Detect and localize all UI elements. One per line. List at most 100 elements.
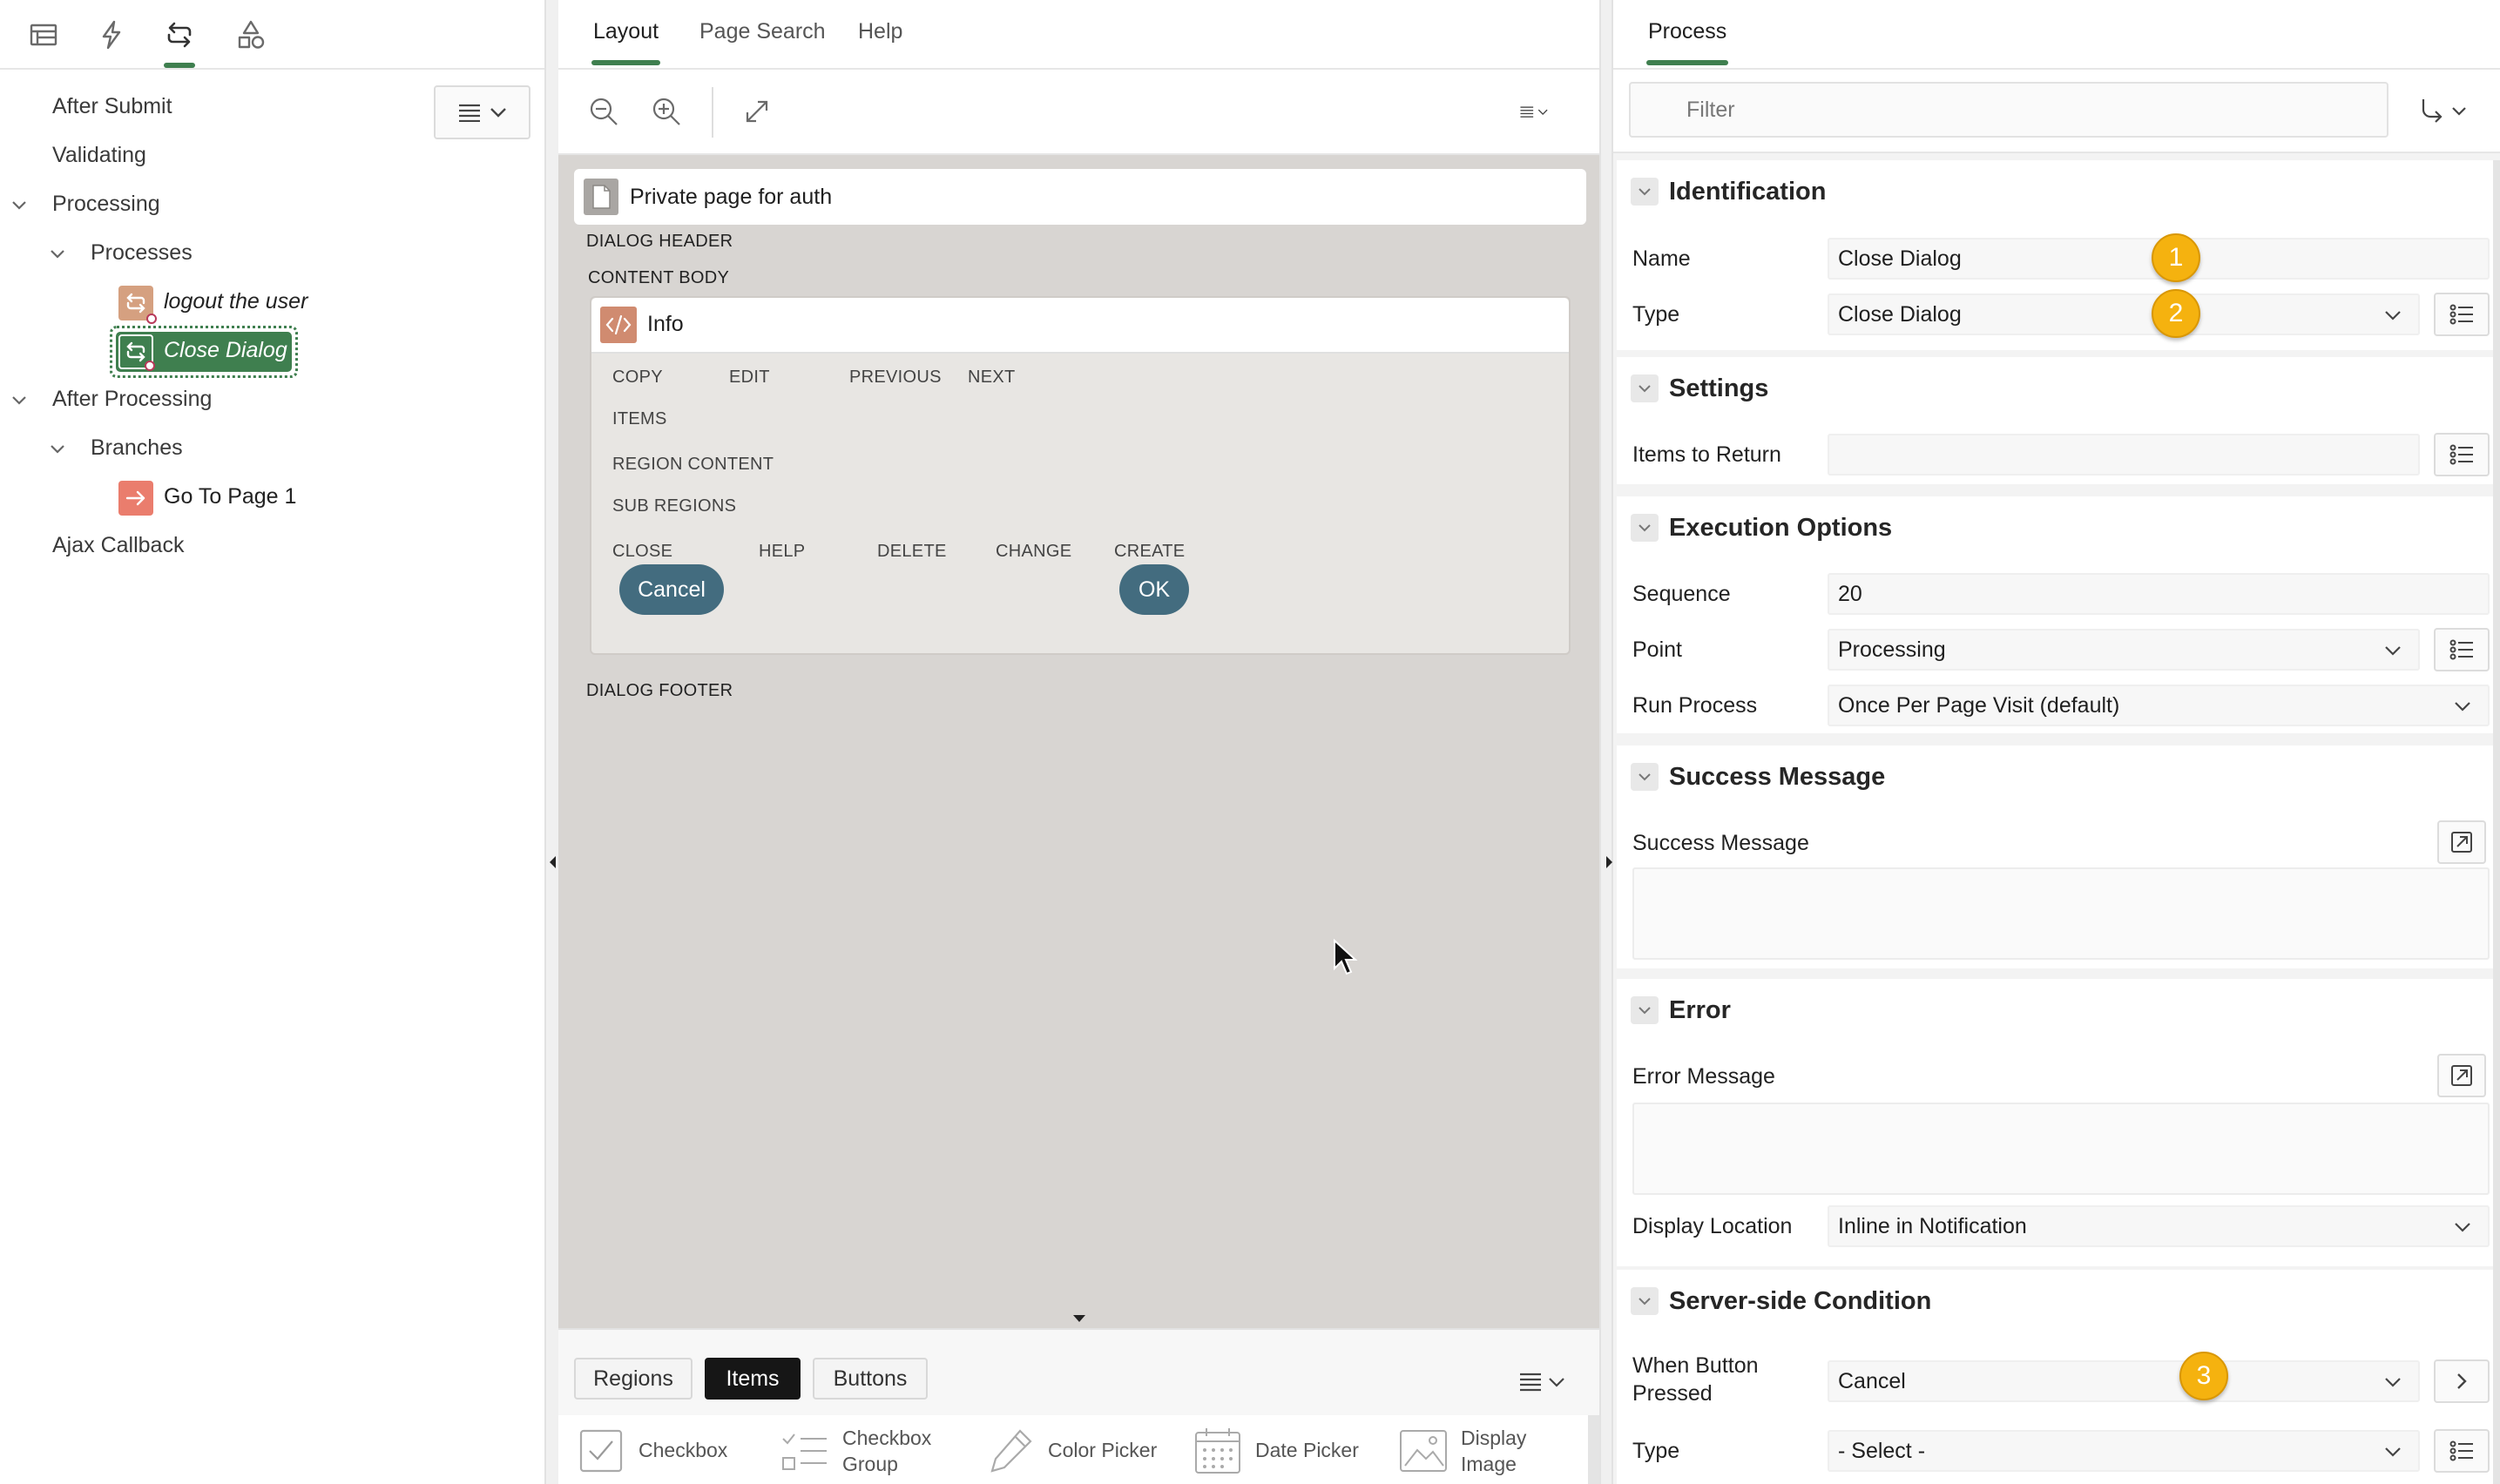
items-to-return-field[interactable] bbox=[1828, 434, 2420, 476]
layout-menu-button[interactable] bbox=[1508, 92, 1562, 131]
zoom-out-icon[interactable] bbox=[584, 92, 623, 131]
tab-help[interactable]: Help bbox=[858, 19, 902, 44]
collapse-section-icon[interactable] bbox=[1631, 374, 1659, 402]
gallery-item-color-picker[interactable]: Color Picker bbox=[985, 1415, 1157, 1484]
collapse-section-icon[interactable] bbox=[1631, 514, 1659, 542]
type-select[interactable]: Close Dialog bbox=[1828, 293, 2420, 335]
left-splitter[interactable] bbox=[544, 0, 558, 1484]
condition-type-select[interactable]: - Select - bbox=[1828, 1430, 2420, 1472]
position-copy[interactable]: COPY bbox=[612, 368, 663, 388]
go-to-group-button[interactable] bbox=[2418, 94, 2474, 129]
point-select[interactable]: Processing bbox=[1828, 629, 2420, 671]
when-button-pressed-select[interactable]: Cancel bbox=[1828, 1360, 2420, 1402]
position-close[interactable]: CLOSE bbox=[612, 542, 672, 562]
branch-arrow-icon bbox=[118, 481, 153, 516]
property-editor-tabs: Process bbox=[1613, 0, 2500, 70]
content-body-label[interactable]: CONTENT BODY bbox=[588, 268, 729, 288]
label-line: When Button bbox=[1632, 1353, 1759, 1378]
expand-editor-button[interactable] bbox=[2437, 820, 2486, 864]
section-header[interactable]: Success Message bbox=[1617, 745, 2500, 808]
property-editor-scrollbar[interactable] bbox=[2493, 160, 2500, 1484]
list-icon bbox=[2449, 1440, 2473, 1461]
dialog-header-label[interactable]: DIALOG HEADER bbox=[586, 232, 733, 252]
tab-page-search[interactable]: Page Search bbox=[699, 19, 826, 44]
cancel-button[interactable]: Cancel bbox=[619, 564, 724, 615]
position-previous[interactable]: PREVIOUS bbox=[849, 368, 942, 388]
lightning-tab-icon[interactable] bbox=[92, 16, 131, 54]
collapse-section-icon[interactable] bbox=[1631, 763, 1659, 791]
tab-process[interactable]: Process bbox=[1645, 19, 1729, 65]
sequence-field[interactable]: 20 bbox=[1828, 573, 2490, 615]
gallery-tab-buttons[interactable]: Buttons bbox=[813, 1358, 928, 1400]
page-title-bar[interactable]: Private page for auth bbox=[574, 169, 1586, 225]
tree-node-after-processing[interactable]: After Processing bbox=[52, 387, 212, 412]
position-change[interactable]: CHANGE bbox=[996, 542, 1071, 562]
tree-node-processing[interactable]: Processing bbox=[52, 192, 160, 217]
tree-node-processes[interactable]: Processes bbox=[91, 240, 193, 266]
collapse-section-icon[interactable] bbox=[1631, 996, 1659, 1024]
collapse-processes-icon[interactable] bbox=[49, 246, 66, 263]
error-message-textarea[interactable] bbox=[1632, 1103, 2490, 1195]
position-delete[interactable]: DELETE bbox=[877, 542, 947, 562]
section-header[interactable]: Execution Options bbox=[1617, 496, 2500, 559]
section-header[interactable]: Server-side Condition bbox=[1617, 1270, 2500, 1332]
expand-icon[interactable] bbox=[738, 92, 776, 131]
gallery-item-checkbox-group[interactable]: Checkbox Group bbox=[780, 1415, 931, 1484]
condition-type-list-button[interactable] bbox=[2434, 1429, 2490, 1473]
items-list-button[interactable] bbox=[2434, 433, 2490, 476]
position-help[interactable]: HELP bbox=[759, 542, 805, 562]
type-list-button[interactable] bbox=[2434, 293, 2490, 336]
gallery-item-checkbox[interactable]: Checkbox bbox=[576, 1415, 727, 1484]
shared-components-tab-icon[interactable] bbox=[232, 16, 270, 54]
tree-node-logout-the-user[interactable]: logout the user bbox=[164, 289, 307, 314]
layout-canvas[interactable]: Private page for auth DIALOG HEADER CONT… bbox=[558, 155, 1599, 1328]
point-list-button[interactable] bbox=[2434, 628, 2490, 671]
rendering-tab-icon[interactable] bbox=[24, 16, 63, 54]
gallery-scrollbar[interactable] bbox=[1588, 1415, 1599, 1484]
info-region[interactable]: Info COPY EDIT PREVIOUS NEXT ITEMS REGIO… bbox=[590, 296, 1571, 655]
gallery-item-display-image[interactable]: Display Image bbox=[1398, 1415, 1526, 1484]
collapse-branches-icon[interactable] bbox=[49, 441, 66, 458]
position-sub-regions[interactable]: SUB REGIONS bbox=[612, 496, 736, 516]
run-process-select[interactable]: Once Per Page Visit (default) bbox=[1828, 685, 2490, 726]
expand-editor-button[interactable] bbox=[2437, 1054, 2486, 1097]
tree-node-ajax-callback[interactable]: Ajax Callback bbox=[52, 533, 184, 558]
section-header[interactable]: Settings bbox=[1617, 357, 2500, 420]
position-create[interactable]: CREATE bbox=[1114, 542, 1185, 562]
gallery-tab-items[interactable]: Items bbox=[705, 1358, 801, 1400]
tree-menu-button[interactable] bbox=[434, 85, 530, 139]
position-edit[interactable]: EDIT bbox=[729, 368, 770, 388]
position-items[interactable]: ITEMS bbox=[612, 409, 667, 429]
open-editor-icon bbox=[2451, 1065, 2472, 1086]
tree-node-go-to-page-1[interactable]: Go To Page 1 bbox=[164, 484, 296, 509]
tree-node-after-submit[interactable]: After Submit bbox=[52, 94, 172, 119]
section-title: Error bbox=[1669, 995, 1731, 1024]
section-header[interactable]: Identification bbox=[1617, 160, 2500, 223]
collapse-processing-icon[interactable] bbox=[10, 197, 28, 214]
right-splitter[interactable] bbox=[1599, 0, 1613, 1484]
collapse-after-processing-icon[interactable] bbox=[10, 392, 28, 409]
layout-toolbar bbox=[558, 70, 1599, 155]
dialog-footer-label[interactable]: DIALOG FOOTER bbox=[586, 681, 733, 701]
section-header[interactable]: Error bbox=[1617, 979, 2500, 1042]
filter-input[interactable] bbox=[1629, 82, 2389, 138]
gallery-tab-regions[interactable]: Regions bbox=[574, 1358, 693, 1400]
zoom-in-icon[interactable] bbox=[647, 92, 686, 131]
ok-button[interactable]: OK bbox=[1119, 564, 1189, 615]
collapse-section-icon[interactable] bbox=[1631, 178, 1659, 206]
info-region-header: Info bbox=[591, 298, 1569, 354]
tree-node-validating[interactable]: Validating bbox=[52, 143, 146, 168]
position-next[interactable]: NEXT bbox=[968, 368, 1016, 388]
collapse-section-icon[interactable] bbox=[1631, 1287, 1659, 1315]
collapse-gallery-icon[interactable] bbox=[1071, 1313, 1088, 1324]
go-to-button[interactable] bbox=[2434, 1359, 2490, 1403]
display-location-select[interactable]: Inline in Notification bbox=[1828, 1205, 2490, 1247]
tree-node-branches[interactable]: Branches bbox=[91, 435, 183, 461]
collapse-left-icon[interactable] bbox=[548, 853, 558, 871]
success-message-textarea[interactable] bbox=[1632, 867, 2490, 960]
gallery-item-date-picker[interactable]: Date Picker bbox=[1193, 1415, 1359, 1484]
tab-layout[interactable]: Layout bbox=[591, 19, 661, 65]
gallery-menu-button[interactable] bbox=[1517, 1365, 1571, 1398]
processing-tab-icon[interactable] bbox=[160, 16, 199, 68]
position-region-content[interactable]: REGION CONTENT bbox=[612, 455, 774, 475]
